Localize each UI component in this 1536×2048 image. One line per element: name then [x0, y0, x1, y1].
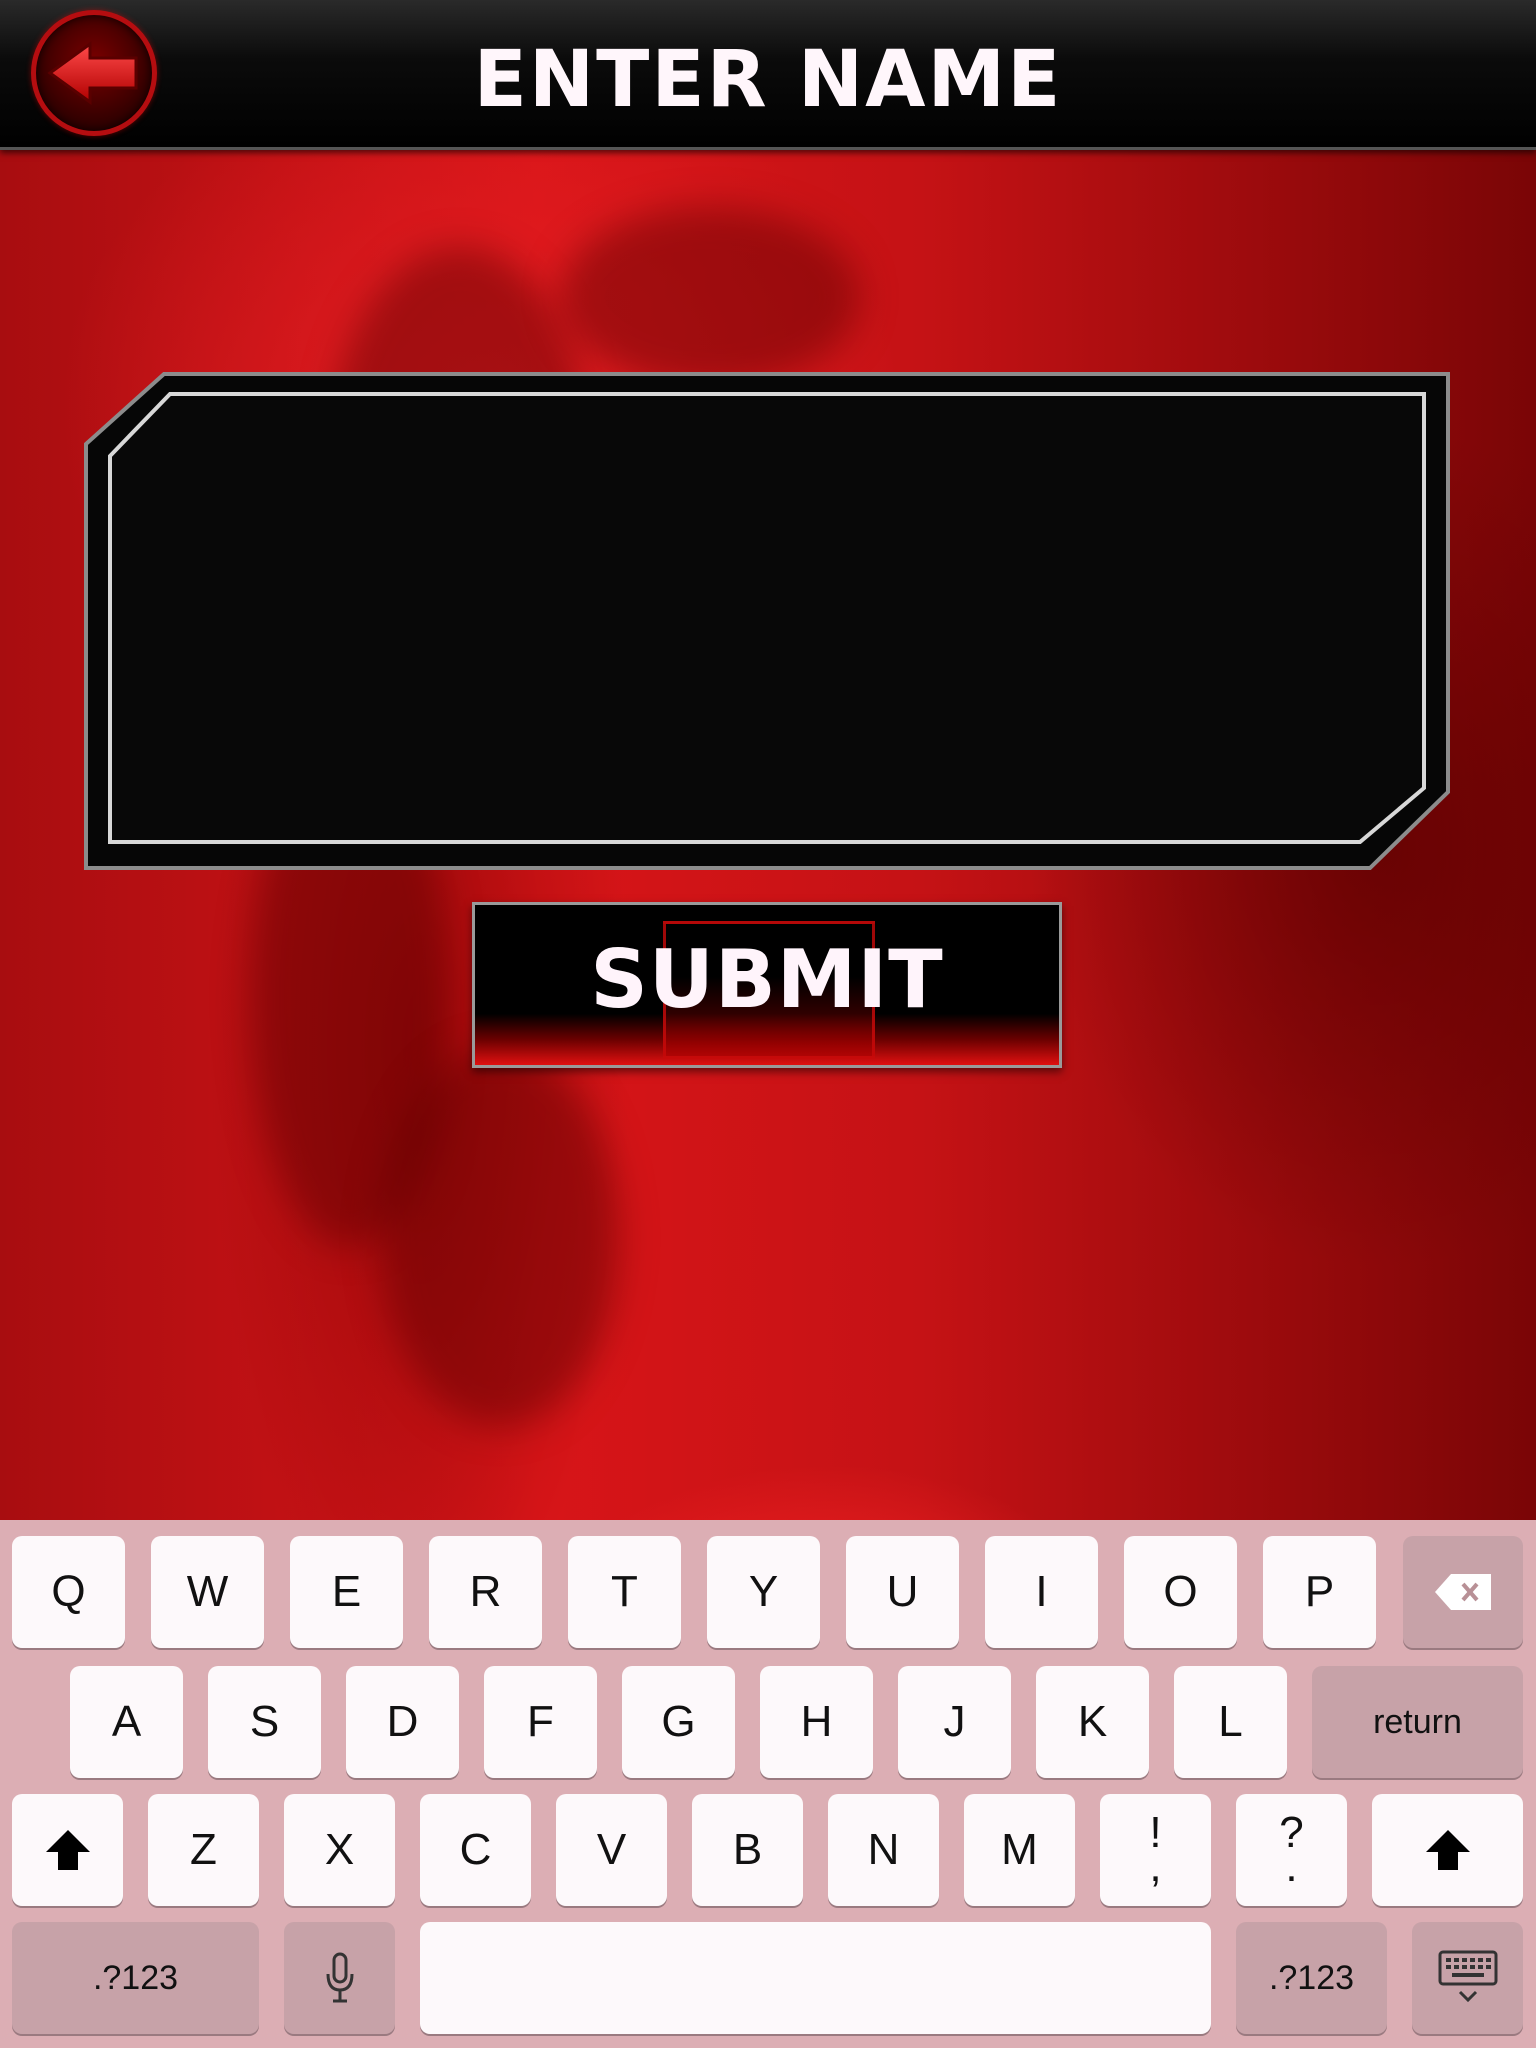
key-l[interactable]: L	[1174, 1666, 1287, 1778]
shift-icon	[1425, 1830, 1470, 1870]
key-h[interactable]: H	[760, 1666, 873, 1778]
submit-button[interactable]: SUBMIT	[472, 902, 1062, 1068]
key-s[interactable]: S	[208, 1666, 321, 1778]
delete-key[interactable]	[1403, 1536, 1523, 1648]
onscreen-keyboard: Q W E R T Y U I O P A S D F G H J K L re…	[0, 1520, 1536, 2048]
key-z[interactable]: Z	[148, 1794, 259, 1906]
key-r[interactable]: R	[429, 1536, 542, 1648]
backspace-icon	[1435, 1574, 1491, 1610]
key-n[interactable]: N	[828, 1794, 939, 1906]
key-b[interactable]: B	[692, 1794, 803, 1906]
space-key[interactable]	[420, 1922, 1211, 2034]
header-bar: ENTER NAME	[0, 0, 1536, 150]
name-input[interactable]	[120, 410, 1400, 830]
shift-icon	[45, 1830, 90, 1870]
shift-key-right[interactable]	[1372, 1794, 1523, 1906]
key-k[interactable]: K	[1036, 1666, 1149, 1778]
key-y[interactable]: Y	[707, 1536, 820, 1648]
key-g[interactable]: G	[622, 1666, 735, 1778]
key-a[interactable]: A	[70, 1666, 183, 1778]
key-m[interactable]: M	[964, 1794, 1075, 1906]
key-f[interactable]: F	[484, 1666, 597, 1778]
key-q[interactable]: Q	[12, 1536, 125, 1648]
key-comma-label: ,	[1149, 1842, 1162, 1891]
numbers-key-left[interactable]: .?123	[12, 1922, 259, 2034]
hide-keyboard-icon	[1438, 1950, 1497, 2003]
key-t[interactable]: T	[568, 1536, 681, 1648]
key-o[interactable]: O	[1124, 1536, 1237, 1648]
key-exclamation-comma[interactable]: ! ,	[1100, 1794, 1211, 1906]
return-key[interactable]: return	[1312, 1666, 1523, 1778]
key-p[interactable]: P	[1263, 1536, 1376, 1648]
key-j[interactable]: J	[898, 1666, 1011, 1778]
key-e[interactable]: E	[290, 1536, 403, 1648]
key-c[interactable]: C	[420, 1794, 531, 1906]
numbers-key-right[interactable]: .?123	[1236, 1922, 1387, 2034]
hide-keyboard-key[interactable]	[1412, 1922, 1523, 2034]
key-w[interactable]: W	[151, 1536, 264, 1648]
page-title: ENTER NAME	[473, 35, 1063, 125]
dictation-key[interactable]	[284, 1922, 395, 2034]
microphone-icon	[326, 1952, 353, 2003]
key-d[interactable]: D	[346, 1666, 459, 1778]
submit-label: SUBMIT	[590, 933, 944, 1026]
key-v[interactable]: V	[556, 1794, 667, 1906]
key-period-label: .	[1285, 1842, 1298, 1891]
key-u[interactable]: U	[846, 1536, 959, 1648]
key-question-period[interactable]: ? .	[1236, 1794, 1347, 1906]
key-x[interactable]: X	[284, 1794, 395, 1906]
key-i[interactable]: I	[985, 1536, 1098, 1648]
shift-key-left[interactable]	[12, 1794, 123, 1906]
